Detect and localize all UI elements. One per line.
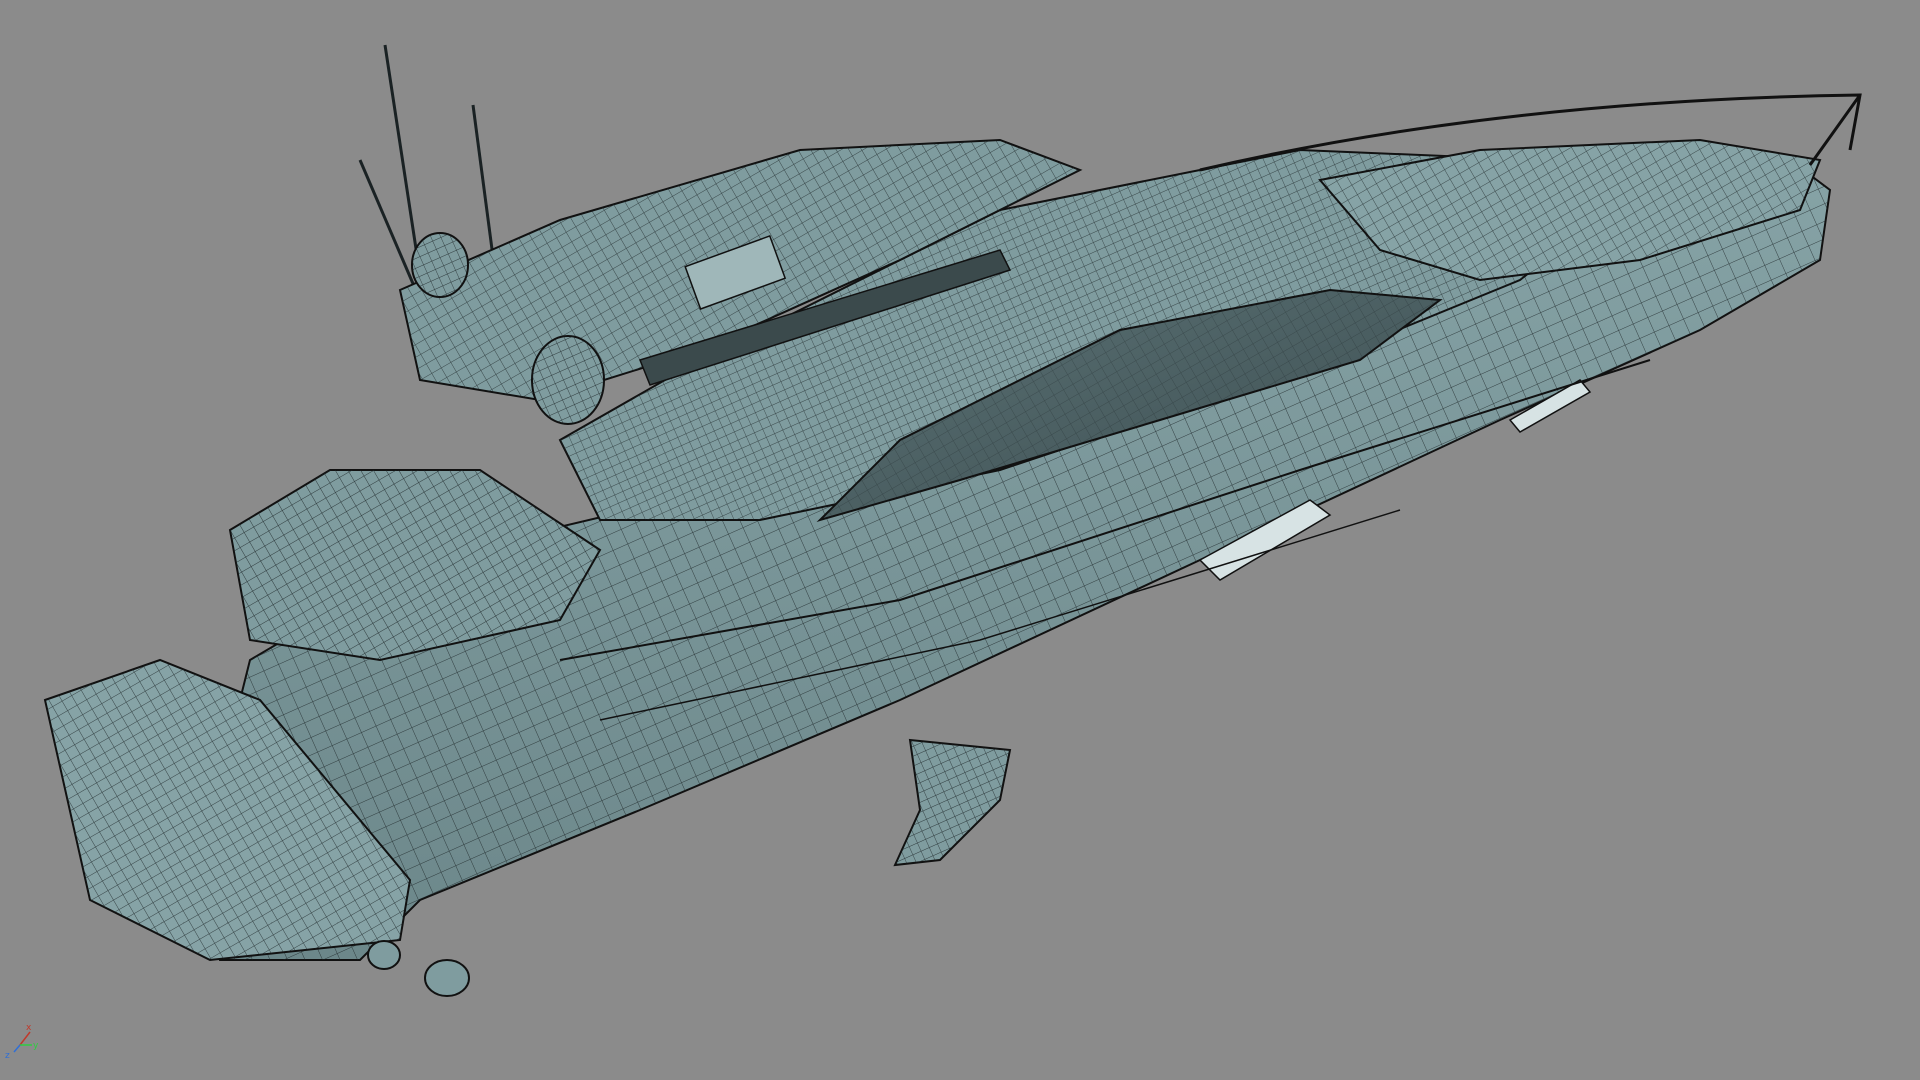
axis-y-label: y [33, 1041, 39, 1051]
axis-z-label: z [5, 1051, 10, 1061]
axis-x-label: x [26, 1023, 32, 1033]
3d-viewport[interactable]: x y z [0, 0, 1920, 1080]
propeller [424, 959, 470, 997]
yacht-3d-model[interactable] [43, 44, 1862, 997]
propeller [367, 940, 401, 970]
viewport-canvas[interactable]: x y z [0, 0, 1920, 1080]
axis-gizmo: x y z [5, 1023, 39, 1061]
